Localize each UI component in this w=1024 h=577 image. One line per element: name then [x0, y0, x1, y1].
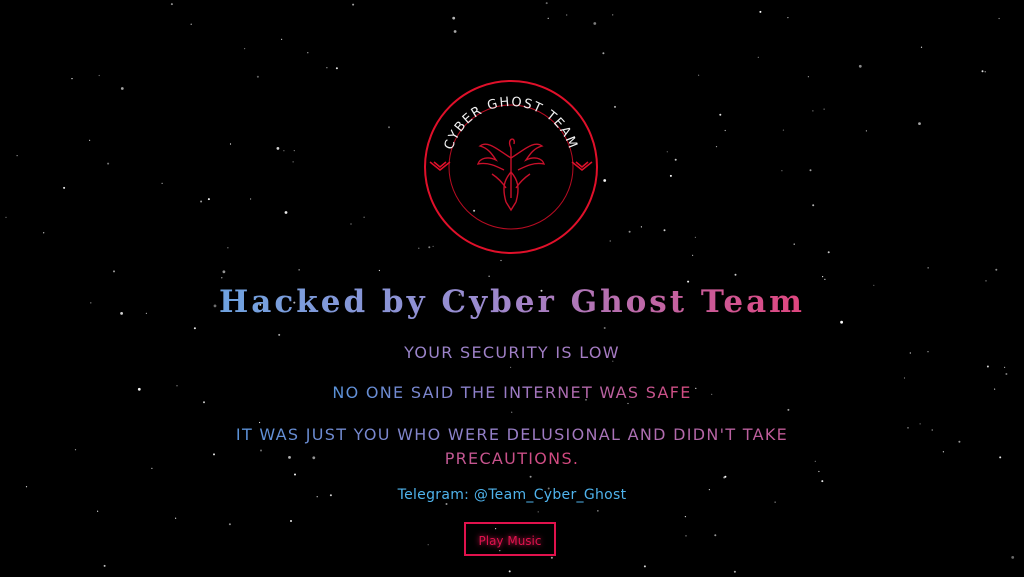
message-line-2: NO ONE SAID THE INTERNET WAS SAFE: [332, 383, 692, 402]
play-music-button[interactable]: Play Music: [464, 522, 556, 556]
wing-mark-right-icon: [571, 161, 593, 171]
defacement-page: CYBER GHOST TEAM Hacked by Cyber Ghost T…: [0, 0, 1024, 577]
svg-text:CYBER GHOST TEAM: CYBER GHOST TEAM: [442, 95, 580, 152]
message-line-1: YOUR SECURITY IS LOW: [404, 343, 620, 362]
wing-mark-left-icon: [429, 161, 451, 171]
telegram-link[interactable]: Telegram: @Team_Cyber_Ghost: [0, 487, 1024, 503]
cyber-ghost-team-logo: CYBER GHOST TEAM: [424, 80, 598, 254]
logo-ring-text: CYBER GHOST TEAM: [442, 95, 579, 152]
page-title: Hacked by Cyber Ghost Team: [219, 284, 805, 320]
message-line-3: IT WAS JUST YOU WHO WERE DELUSIONAL AND …: [235, 425, 789, 468]
phoenix-icon: [476, 138, 546, 212]
